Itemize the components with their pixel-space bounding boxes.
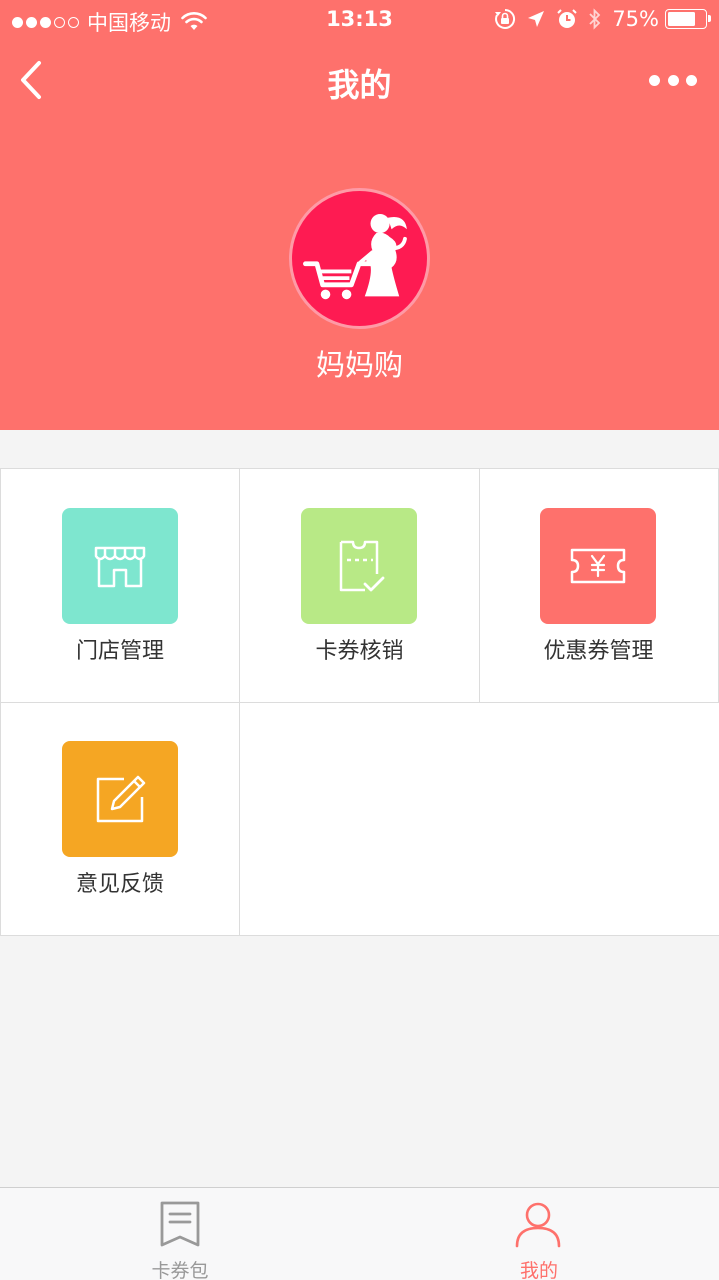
user-icon [515, 1202, 561, 1248]
menu-item-label: 优惠券管理 [543, 639, 654, 664]
yen-ticket-icon [570, 548, 626, 584]
page-title: 我的 [327, 66, 392, 104]
status-bar-right: 75% [494, 7, 711, 31]
status-bar: 中国移动 13:13 75% [0, 0, 719, 40]
menu-item-feedback[interactable]: 意见反馈 [0, 702, 240, 936]
more-dot [649, 74, 660, 86]
tab-label: 卡券包 [151, 1260, 209, 1280]
menu-item-coupon-management[interactable]: 优惠券管理 [479, 469, 719, 703]
menu-grid: 门店管理 卡券核销 优惠券管理 意见反馈 [0, 468, 719, 936]
storefront-icon [94, 546, 146, 588]
more-button[interactable] [649, 68, 697, 92]
menu-item-label: 门店管理 [75, 639, 164, 664]
bluetooth-icon [589, 8, 601, 30]
menu-item-label: 卡券核销 [315, 639, 404, 664]
bookmark-list-icon [160, 1201, 200, 1247]
menu-item-coupon-verify[interactable]: 卡券核销 [240, 469, 480, 703]
tab-mine[interactable]: 我的 [359, 1188, 719, 1280]
location-arrow-icon [528, 11, 545, 27]
store-name: 妈妈购 [315, 348, 403, 382]
mother-shopping-cart-logo [303, 213, 407, 300]
profile-header: 中国移动 13:13 75% 我的 妈妈购 [0, 0, 719, 430]
menu-tile [62, 741, 178, 857]
more-dot [686, 74, 697, 86]
menu-tile [540, 508, 656, 624]
battery-percent: 75% [612, 7, 659, 31]
menu-tile [301, 508, 417, 624]
edit-note-icon [96, 775, 146, 823]
tab-coupon-wallet[interactable]: 卡券包 [0, 1188, 360, 1280]
alarm-clock-icon [557, 9, 578, 28]
tab-label: 我的 [519, 1260, 558, 1280]
menu-item-store-management[interactable]: 门店管理 [0, 469, 240, 703]
ticket-check-icon [339, 540, 385, 592]
battery-icon [665, 9, 711, 29]
more-dot [667, 74, 679, 86]
nav-bar: 我的 [0, 40, 719, 120]
battery-fill [668, 12, 695, 26]
avatar[interactable] [289, 188, 430, 329]
tab-bar: 卡券包 我的 [0, 1187, 719, 1280]
menu-tile [62, 508, 178, 624]
rotation-lock-icon [495, 8, 516, 29]
menu-item-label: 意见反馈 [75, 872, 164, 897]
